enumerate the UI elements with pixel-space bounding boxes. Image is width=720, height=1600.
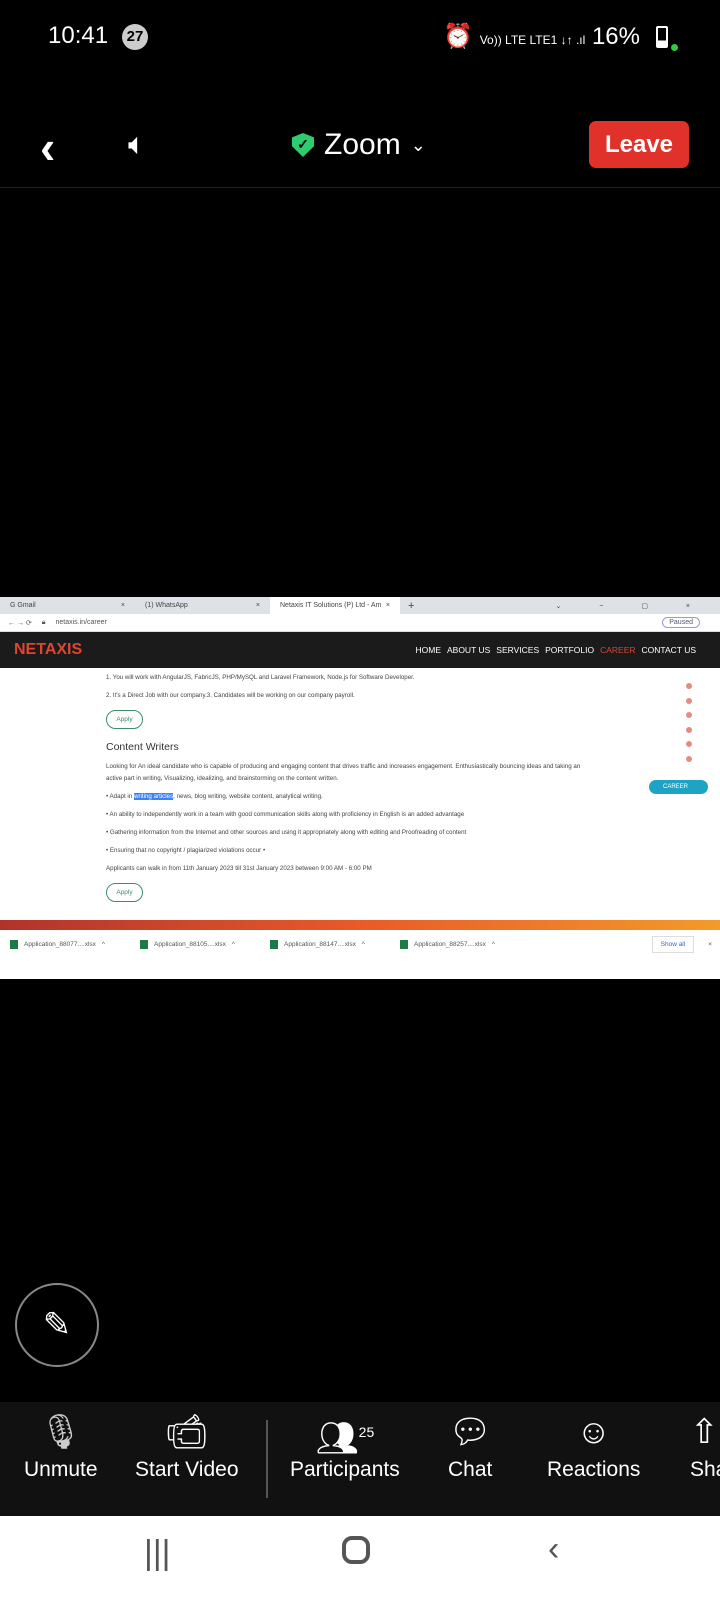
start-video-button[interactable]: 📹︎ Start Video — [135, 1402, 239, 1482]
clock: 10:41 — [48, 22, 109, 49]
nav-career[interactable]: CAREER — [600, 645, 635, 655]
nav-about[interactable]: ABOUT US — [447, 645, 490, 655]
nav-portfolio[interactable]: PORTFOLIO — [545, 645, 594, 655]
video-off-icon: 📹︎ — [165, 1413, 209, 1451]
profile-paused[interactable]: Paused — [662, 617, 700, 628]
network-status: Vo)) LTE LTE1 ↓↑ .ıl — [479, 33, 586, 47]
battery-icon — [656, 26, 668, 48]
share-icon: ⇧ — [690, 1413, 719, 1451]
apply-button[interactable]: Apply — [106, 710, 143, 729]
new-tab-icon[interactable]: + — [408, 600, 414, 612]
mic-off-icon: 🎙︎ — [39, 1413, 83, 1451]
page-content: 1. You will work with AngularJS, FabricJ… — [0, 668, 720, 920]
download-item[interactable]: Application_88077....xlsx ^ — [10, 939, 140, 949]
android-nav-bar: ||| ‹ — [0, 1516, 720, 1600]
meeting-toolbar: 🎙︎ Unmute 📹︎ Start Video 👥︎25 Participants … — [0, 1402, 720, 1516]
nav-contact[interactable]: CONTACT US — [642, 645, 696, 655]
download-item[interactable]: Application_88147....xlsx ^ — [270, 939, 400, 949]
nav-services[interactable]: SERVICES — [496, 645, 539, 655]
chat-icon: 💬︎ — [448, 1413, 492, 1451]
download-item[interactable]: Application_88257....xlsx ^ — [400, 939, 530, 949]
close-icon: × — [120, 602, 125, 609]
tab-netaxis[interactable]: Netaxis IT Solutions (P) Ltd - Am × — [270, 597, 400, 614]
show-all-button[interactable]: Show all — [651, 935, 695, 953]
speaker-icon[interactable]: 🔈︎ — [128, 128, 146, 162]
download-item[interactable]: Application_88105....xlsx ^ — [140, 939, 270, 949]
status-bar: 10:41 27 ⏰ Vo)) LTE LTE1 ↓↑ .ıl 16% — [0, 18, 720, 54]
close-icon: × — [385, 602, 390, 609]
downloads-bar: Application_88077....xlsx ^ Application_8… — [0, 930, 720, 958]
selected-text: writing articles — [133, 793, 174, 800]
meeting-header: ‹ 🔈︎ ✓ Zoom ⌄ Leave — [0, 110, 720, 188]
nav-home[interactable]: HOME — [415, 645, 441, 655]
battery-text: 16% — [591, 23, 640, 50]
site-logo[interactable]: NETAXIS — [14, 641, 82, 659]
excel-icon — [10, 939, 18, 949]
section-heading: Content Writers — [106, 741, 179, 753]
tab-whatsapp[interactable]: (1) WhatsApp × — [135, 602, 270, 609]
unmute-button[interactable]: 🎙︎ Unmute — [24, 1402, 98, 1482]
lock-icon: 🔒︎ — [41, 618, 46, 626]
participants-button[interactable]: 👥︎25 Participants — [290, 1402, 400, 1482]
chat-button[interactable]: 💬︎ Chat — [448, 1402, 492, 1482]
excel-icon — [140, 939, 148, 949]
site-header: NETAXIS HOME ABOUT US SERVICES PORTFOLIO… — [0, 632, 720, 668]
reactions-button[interactable]: ☺ Reactions — [547, 1402, 640, 1482]
pencil-icon: ✎ — [42, 1306, 72, 1344]
divider — [266, 1420, 268, 1498]
close-icon[interactable]: × — [708, 941, 712, 948]
apply-button[interactable]: Apply — [106, 883, 143, 902]
nav-arrows-icon[interactable]: ← → ⟳ — [8, 619, 32, 627]
window-controls[interactable]: ⌄ − ▢ × — [556, 602, 709, 610]
back-nav-icon[interactable]: ‹ — [548, 1530, 559, 1569]
back-icon[interactable]: ‹ — [40, 120, 55, 174]
camera-indicator-dot — [671, 44, 678, 51]
url-text: netaxis.in/career — [55, 619, 107, 626]
chevron-down-icon: ⌄ — [410, 134, 426, 155]
share-button[interactable]: ⇧Share — [690, 1402, 720, 1482]
notification-count: 27 — [122, 24, 148, 50]
tab-gmail[interactable]: G Gmail × — [0, 602, 135, 609]
home-icon[interactable] — [342, 1536, 370, 1564]
excel-icon — [400, 939, 408, 949]
reactions-icon: ☺ — [576, 1413, 612, 1451]
shield-check-icon: ✓ — [292, 133, 314, 157]
close-icon: × — [255, 602, 260, 609]
recent-apps-icon[interactable]: ||| — [144, 1534, 171, 1573]
address-bar[interactable]: ← → ⟳ 🔒︎ netaxis.in/career Paused — [0, 614, 720, 632]
shared-screen: G Gmail × (1) WhatsApp × Netaxis IT Soluti… — [0, 597, 720, 979]
leave-button[interactable]: Leave — [589, 121, 689, 168]
footer-gradient — [0, 920, 720, 930]
career-pill[interactable]: CAREER — [648, 780, 708, 794]
annotate-pencil-button[interactable]: ✎ — [15, 1283, 99, 1367]
participants-icon: 👥︎25 — [315, 1419, 375, 1458]
meeting-title[interactable]: ✓ Zoom ⌄ — [292, 128, 426, 162]
browser-tabs: G Gmail × (1) WhatsApp × Netaxis IT Soluti… — [0, 597, 720, 614]
alarm-icon: ⏰ — [443, 23, 480, 50]
excel-icon — [270, 939, 278, 949]
